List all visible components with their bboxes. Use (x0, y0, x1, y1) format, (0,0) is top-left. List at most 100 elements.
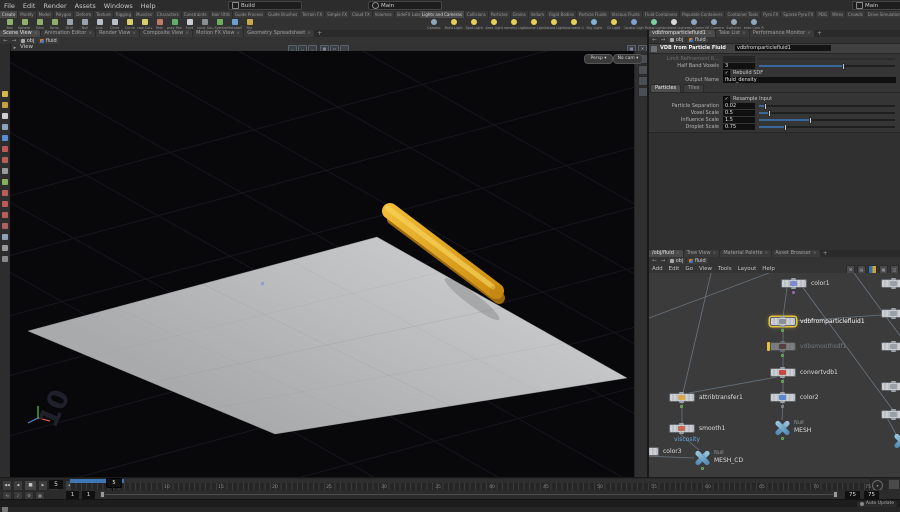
shelf-tool[interactable]: VR Camera (704, 18, 724, 30)
tool-icon[interactable] (2, 91, 8, 97)
tool-icon[interactable] (2, 234, 8, 240)
shelf-tab[interactable]: Grains (510, 11, 529, 18)
shelf-tool[interactable]: Font (182, 18, 197, 30)
close-tab-icon[interactable]: × (765, 250, 769, 257)
shelf-tool[interactable]: Point Light (444, 18, 464, 30)
network-node[interactable] (893, 433, 900, 442)
network-menu-item[interactable]: Add (649, 266, 666, 272)
tool-icon[interactable] (2, 113, 8, 119)
shelf-tab[interactable]: Pyro FX (761, 11, 782, 18)
network-node[interactable]: smooth1 viscosity (669, 423, 725, 443)
shelf-tab[interactable]: Container Tools (725, 11, 762, 18)
desktop2-selector[interactable]: Main (852, 1, 900, 10)
shelf-tab[interactable]: Model (36, 11, 54, 18)
network-canvas[interactable]: color1 vdbfromparticlefluid1 vdbsmoothsd… (649, 273, 900, 477)
half-band-slider[interactable] (759, 62, 895, 70)
network-node[interactable]: convertvdb1 (770, 367, 838, 383)
shelf-tab[interactable]: Create (0, 11, 19, 18)
shelf-tab[interactable]: PDG (816, 11, 830, 18)
shelf-tool[interactable]: Line (92, 18, 107, 30)
particle-separation-field[interactable]: 0.02 (723, 102, 755, 109)
shelf-tool[interactable]: Volume Light (524, 18, 544, 30)
half-band-field[interactable]: 3 (723, 62, 755, 69)
close-tab-icon[interactable]: × (807, 30, 811, 37)
pane-tab[interactable]: /obj/fluid × (649, 250, 683, 257)
node-flag-badge[interactable] (781, 404, 784, 408)
menu-item[interactable]: Edit (19, 2, 40, 10)
tab-tiles[interactable]: Tiles (683, 84, 705, 92)
pane-tab[interactable]: Geometry Spreadsheet × (244, 30, 314, 37)
shelf-tool[interactable]: Circle (107, 18, 122, 30)
network-node[interactable] (881, 341, 900, 352)
close-tab-icon[interactable]: × (742, 30, 746, 37)
tool-icon[interactable] (2, 245, 8, 251)
shelf-tool[interactable]: Area Light (484, 18, 504, 30)
node-body[interactable] (781, 278, 807, 289)
node-flag-badge[interactable] (781, 353, 784, 357)
tool-icon[interactable] (2, 135, 8, 141)
network-node[interactable]: color2 (770, 392, 819, 408)
network-menu-item[interactable]: Layout (735, 266, 760, 272)
path-node-chip[interactable]: fluid (687, 37, 708, 43)
nav-back-icon[interactable]: ← (651, 37, 658, 43)
node-body[interactable] (649, 447, 659, 456)
close-tab-icon[interactable]: × (307, 30, 311, 37)
network-node[interactable] (881, 278, 900, 289)
node-body[interactable] (669, 392, 695, 403)
pane-tab[interactable]: vdbfromparticlefluid1 × (649, 30, 715, 37)
close-tab-icon[interactable]: × (132, 30, 136, 37)
shelf-tool[interactable]: Camera (424, 18, 444, 30)
range-start-field[interactable]: 1 (66, 490, 79, 499)
playhead[interactable]: 5 (106, 478, 122, 488)
range-slider-right-handle[interactable] (833, 491, 838, 498)
tool-icon[interactable] (2, 146, 8, 152)
shelf-tool[interactable]: Geometry Light (504, 18, 524, 30)
shelf-tab[interactable]: Drive Simulation (865, 11, 900, 18)
shelf-tool[interactable]: Tube (32, 18, 47, 30)
node-body[interactable] (669, 423, 695, 434)
shelf-tab[interactable]: Constraints (181, 11, 210, 18)
node-flag-badge[interactable] (680, 404, 683, 408)
close-tab-icon[interactable]: × (88, 30, 92, 37)
tool-icon[interactable] (2, 124, 8, 130)
node-body[interactable] (881, 308, 900, 319)
nav-forward-icon[interactable]: → (660, 258, 667, 264)
pane-tab[interactable]: Performance Monitor × (749, 30, 814, 37)
projection-selector[interactable]: Persp ▾ (584, 54, 613, 64)
shelf-tool[interactable]: Spot Light (464, 18, 484, 30)
shelf-tool[interactable]: Environment Light (564, 18, 584, 30)
pane-tab[interactable]: Composite View × (140, 30, 193, 37)
path-root-chip[interactable]: obj (668, 257, 686, 264)
shelf-tab[interactable]: Vellum (528, 11, 548, 18)
shelf-tool[interactable]: Draw Curve (137, 18, 152, 30)
tool-icon[interactable] (2, 102, 8, 108)
nav-forward-icon[interactable]: → (11, 38, 18, 44)
playback-end-field[interactable]: 75 (845, 490, 860, 499)
shelf-tool[interactable]: Metaball (227, 18, 242, 30)
node-flag-badge[interactable] (780, 437, 784, 440)
droplet-scale-slider[interactable] (759, 123, 895, 131)
network-node[interactable]: vdbsmoothsdf1 (767, 341, 847, 357)
network-node[interactable] (881, 381, 900, 392)
tool-icon[interactable] (2, 157, 8, 163)
shelf-tool[interactable]: Null (77, 18, 92, 30)
network-node[interactable]: Null MESH_CD (694, 450, 743, 470)
network-node[interactable] (881, 308, 900, 319)
network-node[interactable]: color3 (649, 447, 682, 456)
tab-particles[interactable]: Particles (650, 84, 682, 92)
shelf-tab[interactable]: Crowds (846, 11, 866, 18)
path-node-chip[interactable]: fluid (38, 37, 59, 44)
voxel-scale-slider[interactable] (759, 109, 895, 117)
path-root-chip[interactable]: obj (19, 37, 37, 44)
tool-icon[interactable] (2, 168, 8, 174)
shelf-tab[interactable]: Simple FX (325, 11, 351, 18)
network-node[interactable]: attribtransfer1 (669, 392, 743, 408)
network-menu-item[interactable]: Edit (666, 266, 683, 272)
shelf-tab[interactable]: Rigid Bodies (547, 11, 577, 18)
close-tab-icon[interactable]: × (713, 250, 717, 257)
network-menu-item[interactable]: View (696, 266, 715, 272)
tool-icon[interactable] (2, 212, 8, 218)
shelf-tab[interactable]: Modify (18, 11, 37, 18)
pane-tab[interactable]: Animation Editor × (41, 30, 96, 37)
close-tab-icon[interactable]: × (813, 250, 817, 257)
